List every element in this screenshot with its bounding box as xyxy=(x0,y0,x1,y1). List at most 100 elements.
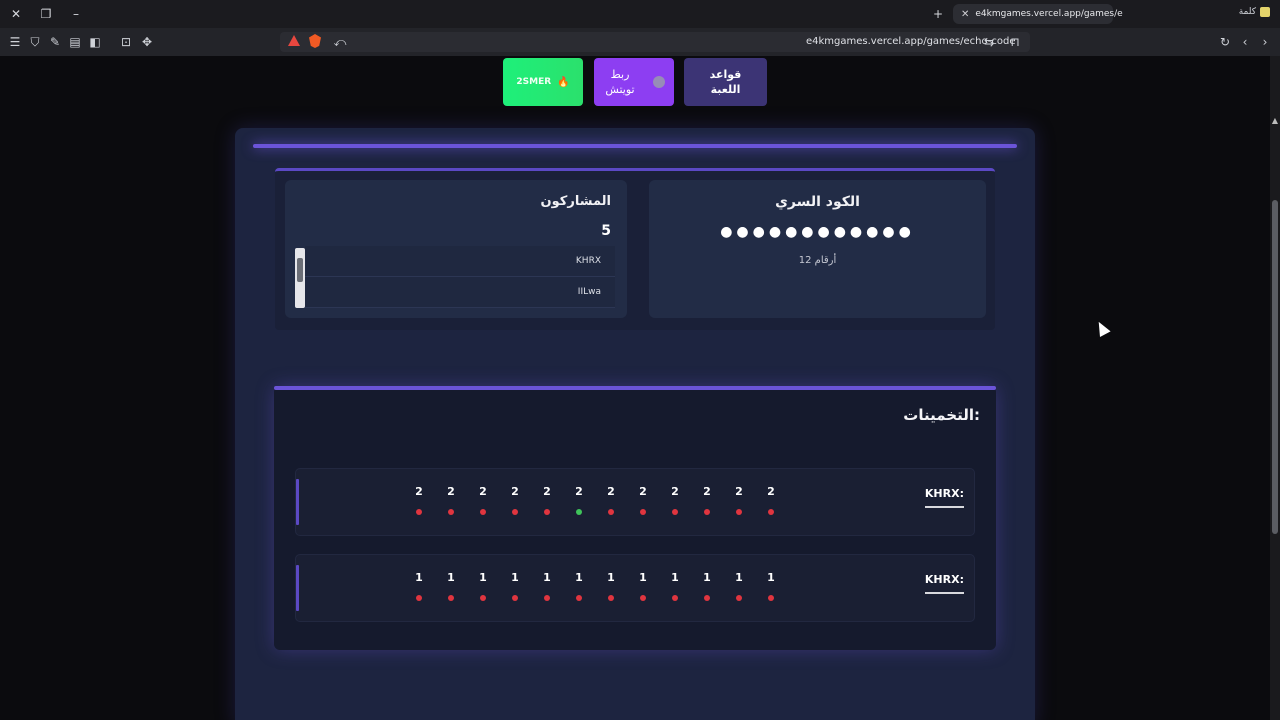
share-icon[interactable]: ⤺ xyxy=(332,34,348,50)
page-content: قواعد اللعبة ربط تويتش 2SMER 🔥 الكود الس… xyxy=(0,56,1280,720)
translate-icon[interactable]: ⇆ xyxy=(981,34,997,50)
guess-digit: 1 xyxy=(723,571,755,601)
back-icon[interactable]: ‹ xyxy=(1237,34,1253,50)
guess-digit: 1 xyxy=(659,571,691,601)
guess-digit-value: 1 xyxy=(447,571,455,584)
digit-status-indicator xyxy=(416,595,422,601)
digit-status-indicator xyxy=(672,595,678,601)
guess-digit-value: 2 xyxy=(735,485,743,498)
guess-digit-value: 2 xyxy=(767,485,775,498)
digit-status-indicator xyxy=(576,595,582,601)
participants-count: 5 xyxy=(601,223,611,239)
guess-digit: 1 xyxy=(531,571,563,601)
digit-status-indicator xyxy=(672,509,678,515)
guess-digit: 1 xyxy=(691,571,723,601)
guess-digit: 1 xyxy=(499,571,531,601)
digit-status-indicator xyxy=(448,595,454,601)
participants-title: المشاركون xyxy=(540,194,611,209)
shield-icon[interactable]: ⛉ xyxy=(27,34,43,50)
guess-digit-value: 1 xyxy=(543,571,551,584)
smer-label: 2SMER xyxy=(516,76,552,87)
digit-status-indicator xyxy=(512,595,518,601)
tab-close-icon[interactable]: ✕ xyxy=(961,9,969,20)
warning-icon[interactable] xyxy=(288,35,300,46)
guess-digits: 2 2 2 2 2 2 2 2 2 2 2 2 xyxy=(403,485,787,515)
digit-status-indicator xyxy=(448,509,454,515)
browser-tab[interactable]: ✕ e4kmgames.vercel.app/games/e xyxy=(953,4,1123,24)
guess-digit: 2 xyxy=(595,485,627,515)
digit-status-indicator xyxy=(704,595,710,601)
participant-item: KHRX xyxy=(305,246,615,277)
guess-digit-value: 1 xyxy=(415,571,423,584)
game-rules-label: قواعد اللعبة xyxy=(709,68,742,96)
digit-status-indicator xyxy=(512,509,518,515)
guess-digit: 1 xyxy=(595,571,627,601)
guess-digit: 2 xyxy=(723,485,755,515)
pinned-tab[interactable]: كلمة xyxy=(1239,7,1270,17)
guess-digit: 2 xyxy=(691,485,723,515)
sidebar-icon[interactable]: ◧ xyxy=(87,34,103,50)
forward-icon[interactable]: › xyxy=(1257,34,1273,50)
digit-status-indicator xyxy=(608,509,614,515)
guess-digit-value: 2 xyxy=(671,485,679,498)
guess-digit: 2 xyxy=(531,485,563,515)
board-accent-line xyxy=(253,144,1017,148)
menu-icon[interactable]: ☰ xyxy=(7,34,23,50)
guess-digit: 2 xyxy=(499,485,531,515)
game-board: الكود السري ●●●●●●●●●●●● 12 أرقام المشار… xyxy=(235,128,1035,720)
participants-scrollbar[interactable] xyxy=(295,248,305,308)
guess-player: KHRX: xyxy=(924,573,964,594)
guess-digit: 1 xyxy=(467,571,499,601)
participants-list[interactable]: KHRX IILwa xyxy=(305,246,615,308)
game-rules-button[interactable]: قواعد اللعبة xyxy=(684,58,767,106)
digit-status-indicator xyxy=(768,595,774,601)
scroll-up-icon[interactable]: ▲ xyxy=(1272,116,1278,125)
guess-digit-value: 2 xyxy=(543,485,551,498)
fire-icon: 🔥 xyxy=(557,76,570,88)
guess-digit-value: 2 xyxy=(511,485,519,498)
guess-row-accent xyxy=(296,479,299,525)
new-tab-icon[interactable]: + xyxy=(930,6,946,22)
guess-digit-value: 2 xyxy=(415,485,423,498)
guess-digit-value: 2 xyxy=(575,485,583,498)
bookmark-icon[interactable]: ⊓ xyxy=(1007,34,1023,50)
guess-digit: 2 xyxy=(467,485,499,515)
wallet-icon[interactable]: ▤ xyxy=(67,34,83,50)
digit-status-indicator xyxy=(736,595,742,601)
secret-code-length: 12 أرقام xyxy=(798,255,837,266)
guess-row: KHRX: 1 1 1 1 1 1 1 1 1 1 1 1 xyxy=(295,554,975,622)
extension-icon[interactable]: ✎ xyxy=(47,34,63,50)
secret-code-title: الكود السري xyxy=(775,194,860,210)
guess-digit-value: 1 xyxy=(735,571,743,584)
guess-digit: 1 xyxy=(435,571,467,601)
guess-digit: 2 xyxy=(403,485,435,515)
guess-digit-value: 1 xyxy=(607,571,615,584)
guess-digit-value: 1 xyxy=(511,571,519,584)
pinned-favicon-icon xyxy=(1260,7,1270,17)
guess-digit: 1 xyxy=(403,571,435,601)
reload-icon[interactable]: ↻ xyxy=(1217,34,1233,50)
guess-digit-value: 2 xyxy=(607,485,615,498)
guess-digit: 2 xyxy=(627,485,659,515)
guess-digit-value: 1 xyxy=(703,571,711,584)
minimize-window-icon[interactable]: – xyxy=(68,6,84,22)
digit-status-indicator xyxy=(704,509,710,515)
digit-status-indicator xyxy=(544,509,550,515)
guess-digit-value: 1 xyxy=(671,571,679,584)
digit-status-indicator xyxy=(416,509,422,515)
puzzle-icon[interactable]: ✥ xyxy=(139,34,155,50)
close-window-icon[interactable]: ✕ xyxy=(8,6,24,22)
digit-status-indicator xyxy=(736,509,742,515)
guess-player: KHRX: xyxy=(924,487,964,508)
digit-status-indicator xyxy=(576,509,582,515)
page-scroll-thumb[interactable] xyxy=(1272,200,1278,534)
twitch-status-icon xyxy=(653,76,665,88)
guess-digit-value: 1 xyxy=(639,571,647,584)
smer-button[interactable]: 2SMER 🔥 xyxy=(503,58,583,106)
participants-scroll-thumb[interactable] xyxy=(297,258,303,282)
connect-twitch-button[interactable]: ربط تويتش xyxy=(594,58,674,106)
guess-digit-value: 1 xyxy=(767,571,775,584)
restore-window-icon[interactable]: ❐ xyxy=(38,6,54,22)
screenshot-icon[interactable]: ⊡ xyxy=(118,34,134,50)
guess-digits: 1 1 1 1 1 1 1 1 1 1 1 1 xyxy=(403,571,787,601)
